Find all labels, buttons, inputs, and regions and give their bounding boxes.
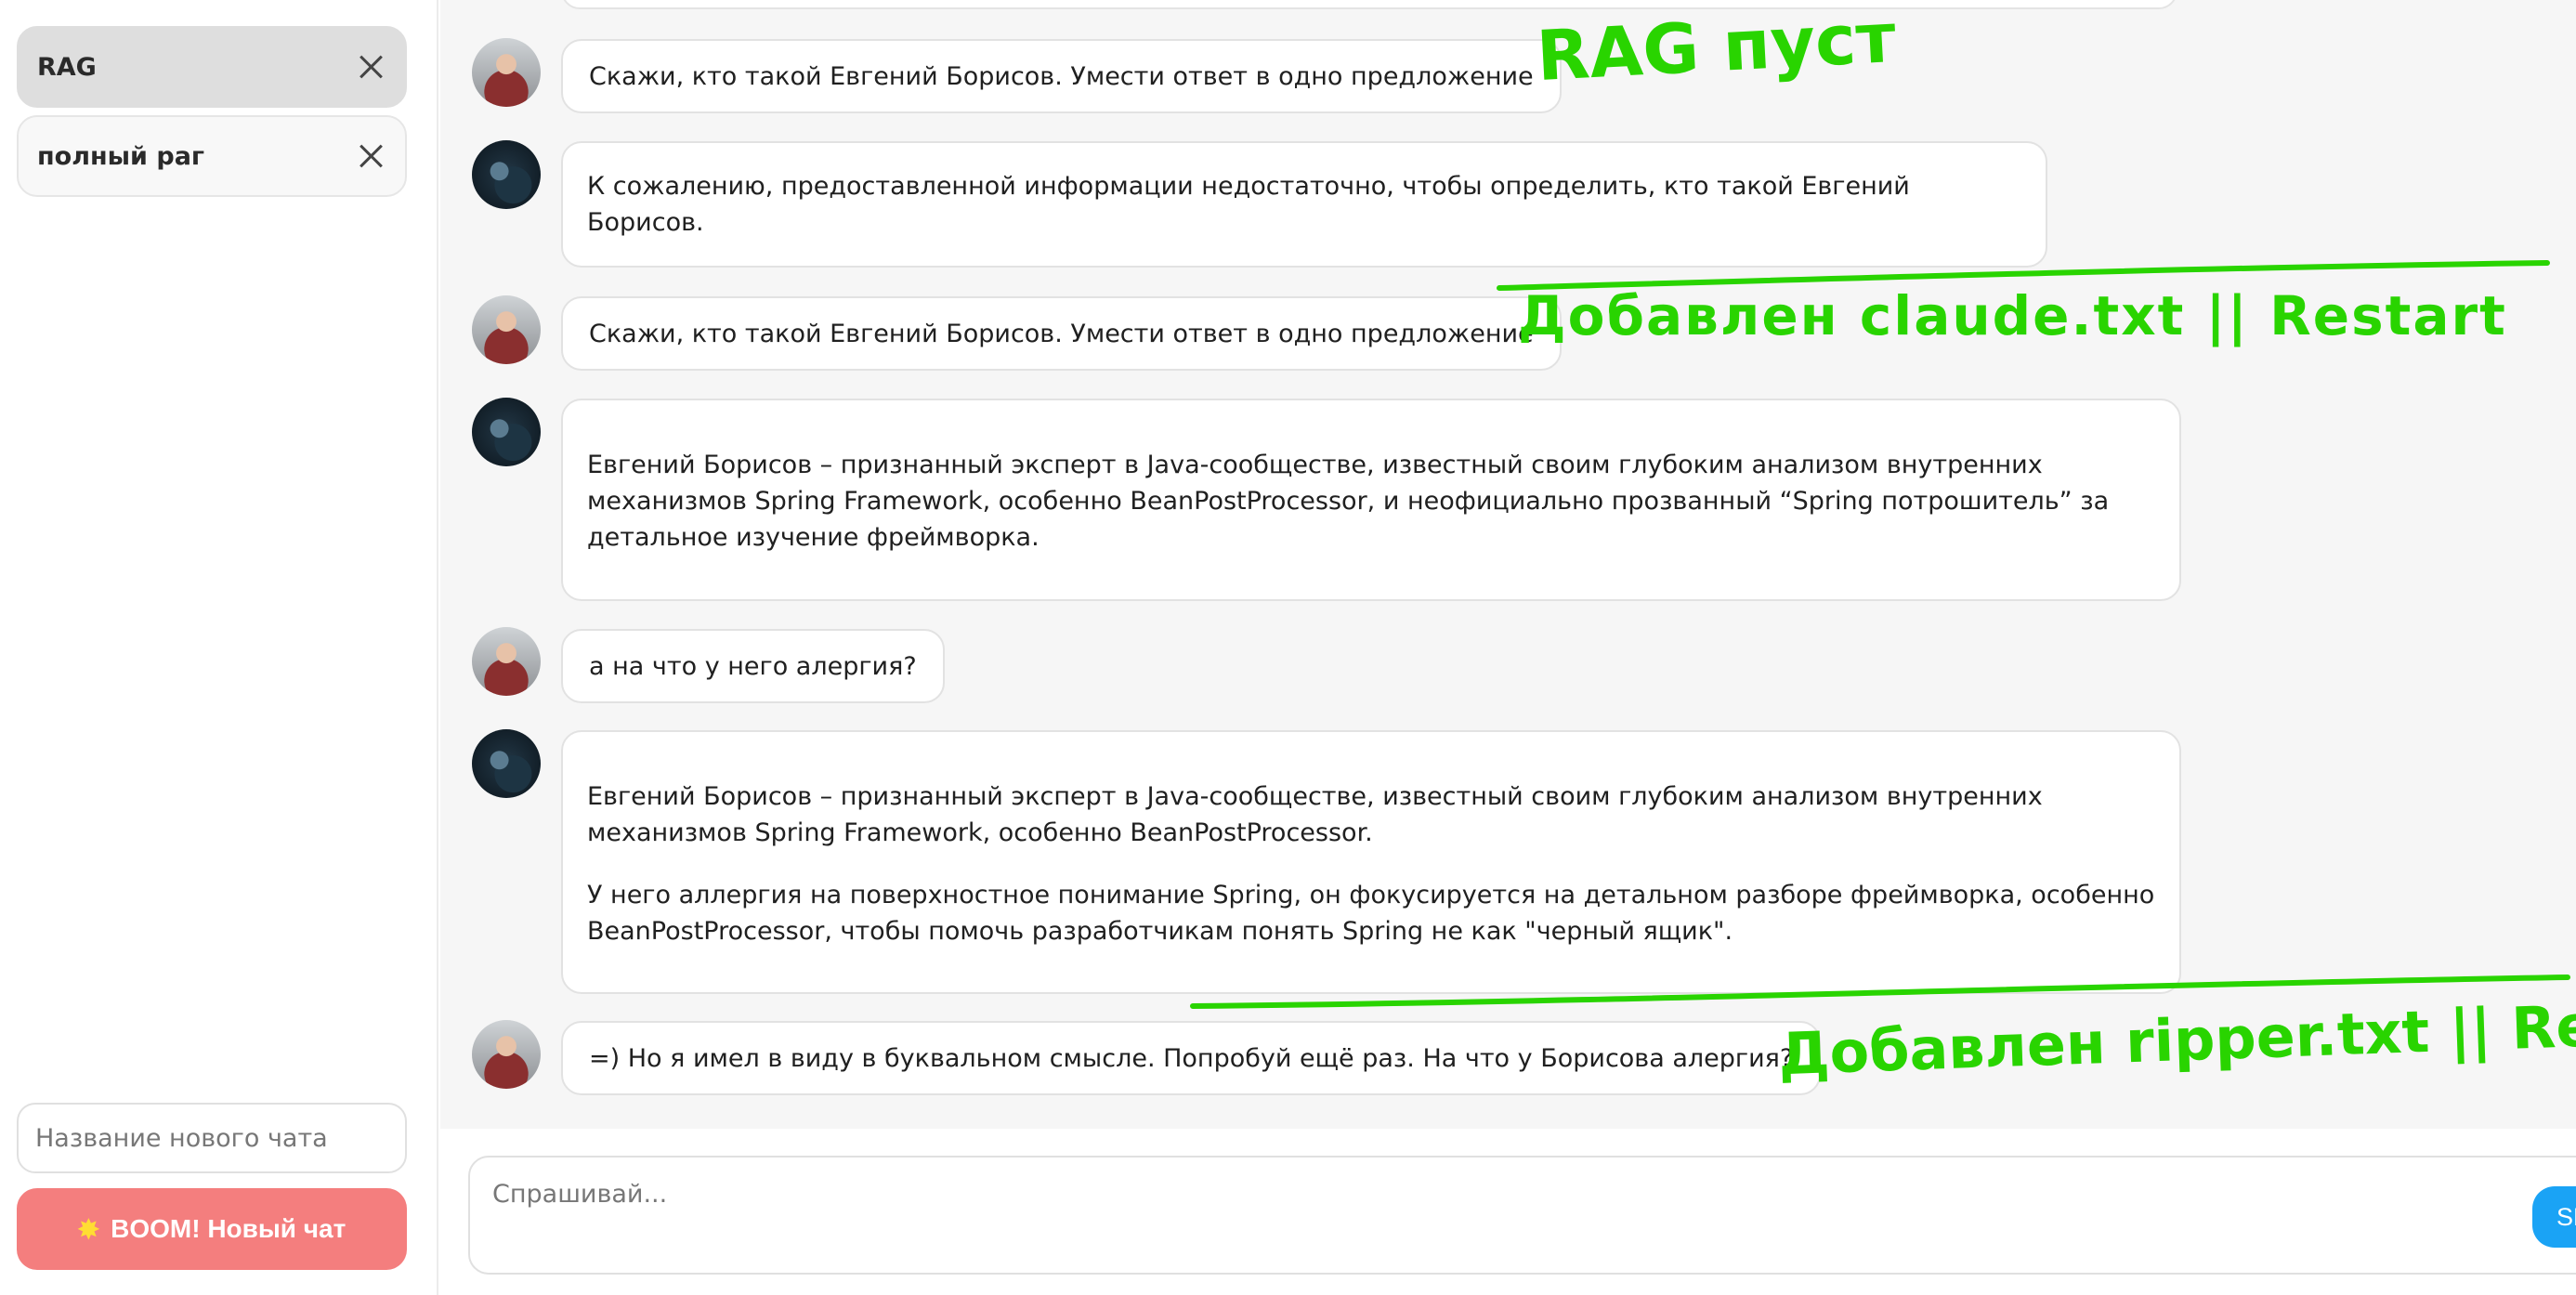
chat-item-rag[interactable]: RAG: [17, 26, 407, 108]
chat-item-label: полный раг: [37, 141, 205, 171]
close-icon[interactable]: [355, 140, 386, 172]
new-chat-button-label: BOOM! Новый чат: [111, 1214, 347, 1243]
new-chat-button[interactable]: ✸ BOOM! Новый чат: [17, 1188, 407, 1270]
annotation-added-claude: Добавлен claude.txt || Restart: [1518, 284, 2507, 347]
composer-area: SEND: [440, 1129, 2576, 1295]
send-button[interactable]: SEND: [2532, 1186, 2576, 1248]
composer: SEND: [468, 1156, 2576, 1275]
sidebar: RAG полный раг ✸ BOOM! Новый чат: [0, 0, 438, 1295]
chat-item-full-rag[interactable]: полный раг: [17, 115, 407, 197]
message-input[interactable]: [492, 1180, 2536, 1236]
new-chat-name-input[interactable]: [17, 1103, 407, 1173]
chat-area: Скажи, кто такой Евгений Борисов. Умести…: [440, 0, 2576, 1129]
collision-burst-icon: ✸: [77, 1214, 100, 1244]
close-icon[interactable]: [355, 51, 386, 83]
annotation-strokes: [1190, 260, 2570, 1009]
chat-item-label: RAG: [37, 52, 97, 82]
